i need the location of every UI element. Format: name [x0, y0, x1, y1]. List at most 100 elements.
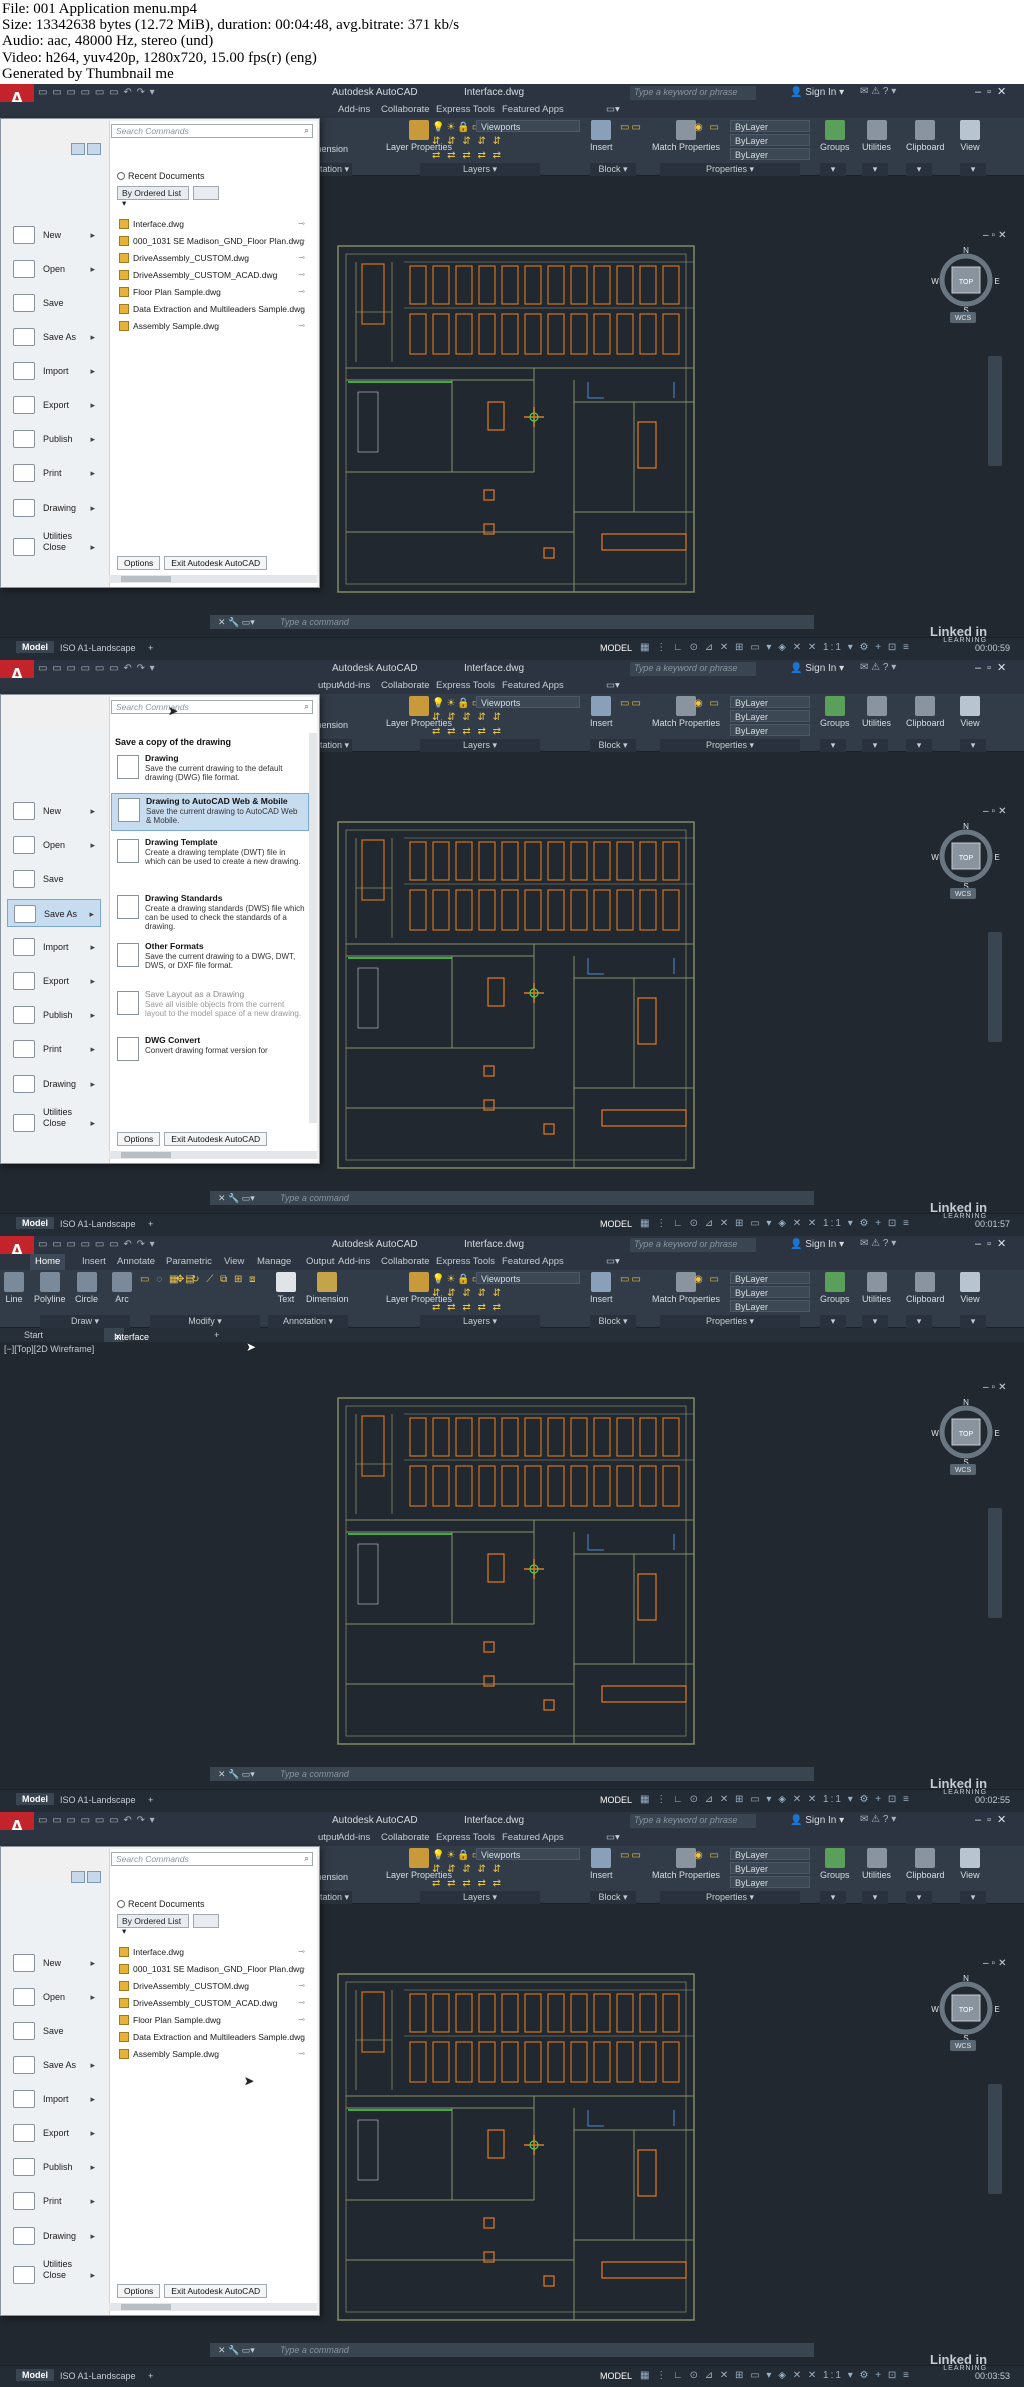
app-menu-open[interactable]: Open ▸	[7, 255, 101, 283]
search-commands-input[interactable]: Search Commands ⌕	[111, 124, 313, 138]
utilities-button[interactable]: Utilities	[862, 696, 891, 728]
block-small-tools[interactable]: ▭▭	[620, 122, 643, 133]
status-toggles[interactable]: ▦ ⋮ ∟ ⊙ ⊿ ✕ ⊞ ▭ ▾ ◈ ✕ ✕ 1:1 ▾ ⚙ + ⊡ ≡	[640, 1794, 911, 1805]
ordered-list-dropdown[interactable]: By Ordered List ▾	[117, 186, 189, 208]
display-mode-dropdown[interactable]	[193, 1914, 219, 1928]
bylayer-linetype-combo[interactable]: ByLayer	[730, 1862, 810, 1874]
model-tab[interactable]: Model	[16, 1793, 54, 1805]
recent-file-item[interactable]: Data Extraction and Multileaders Sample.…	[117, 2032, 305, 2042]
view-button[interactable]: View	[960, 696, 980, 728]
pin-icon[interactable]: ⊸	[298, 2015, 305, 2025]
app-menu-save[interactable]: Save	[7, 865, 101, 893]
viewcube[interactable]: TOP N S W E WCS	[930, 1970, 1002, 2054]
app-menu-drawing-utilities[interactable]: Drawing Utilities ▸	[7, 494, 101, 541]
keyword-search-input[interactable]: Type a keyword or phrase	[630, 1814, 756, 1828]
groups-button[interactable]: Groups	[820, 1272, 850, 1304]
groups-button[interactable]: Groups	[820, 696, 850, 728]
app-menu-close[interactable]: Close ▸	[7, 1109, 101, 1137]
save-as-option[interactable]: Other Formats Save the current drawing to…	[111, 939, 309, 983]
tab-parametric[interactable]: Parametric	[166, 1256, 212, 1267]
panel-view-expander[interactable]: ▾	[960, 1315, 986, 1328]
panel-block[interactable]: Block ▾	[590, 163, 636, 176]
panel-layers[interactable]: Layers ▾	[420, 1891, 540, 1904]
pin-icon[interactable]: ⊸	[298, 321, 305, 331]
exchange-icons[interactable]: ✉ ⚠ ? ▾	[860, 662, 896, 673]
pin-icon[interactable]: ⊸	[298, 287, 305, 297]
viewcube[interactable]: TOP N S W E WCS	[930, 818, 1002, 902]
app-menu-save-as[interactable]: Save As ▸	[7, 323, 101, 351]
bylayer-linetype-combo[interactable]: ByLayer	[730, 710, 810, 722]
model-space-toggle[interactable]: MODEL	[600, 2371, 632, 2381]
layer-tools-row2[interactable]: ⇵ ⇵ ⇵ ⇵ ⇵	[432, 136, 503, 147]
recent-file-item[interactable]: DriveAssembly_CUSTOM_ACAD.dwg ⊸	[117, 270, 305, 280]
tab-collaborate[interactable]: Collaborate	[381, 1832, 430, 1843]
app-menu-hscrollbar[interactable]	[109, 2303, 317, 2311]
layer-tools-row3[interactable]: ⇄ ⇄ ⇄ ⇄ ⇄	[432, 726, 503, 737]
app-menu-export[interactable]: Export ▸	[7, 391, 101, 419]
app-menu-save-as[interactable]: Save As ▸	[7, 2051, 101, 2079]
recent-file-item[interactable]: Data Extraction and Multileaders Sample.…	[117, 304, 305, 314]
circle-button[interactable]: Circle	[75, 1272, 98, 1304]
clipboard-button[interactable]: Clipboard	[906, 696, 945, 728]
close-tab-icon[interactable]: ✕	[114, 1330, 122, 1344]
property-color-tools[interactable]: ◉ ▭	[694, 1850, 721, 1861]
scroll-thumb[interactable]	[121, 576, 171, 582]
ribbon-toggle-icon[interactable]: ▭▾	[606, 1832, 620, 1843]
quick-access-toolbar[interactable]: ▭ ▭ ▭ ▭ ▭ ▭ ↶ ↷ ▾	[38, 663, 156, 674]
bylayer-lineweight-combo[interactable]: ByLayer	[730, 1300, 810, 1312]
list-view-icon[interactable]	[71, 1871, 85, 1883]
window-controls[interactable]: –▫✕	[975, 85, 1012, 98]
line-button[interactable]: Line	[4, 1272, 24, 1304]
add-layout-button[interactable]: +	[148, 1219, 153, 1229]
floor-plan-drawing[interactable]	[334, 1970, 700, 2324]
panel-groups-expander[interactable]: ▾	[820, 1315, 846, 1328]
command-line[interactable]: ✕ 🔧 ▭▾ Type a command	[210, 615, 814, 629]
save-as-option[interactable]: Drawing Standards Create a drawing standa…	[111, 891, 309, 937]
app-menu-drawing-utilities[interactable]: Drawing Utilities ▸	[7, 2222, 101, 2269]
add-layout-button[interactable]: +	[148, 2371, 153, 2381]
options-button[interactable]: Options	[117, 2284, 161, 2298]
pin-icon[interactable]: ⊸	[298, 253, 305, 263]
app-menu-print[interactable]: Print ▸	[7, 459, 101, 487]
panel-clipboard-expander[interactable]: ▾	[906, 739, 932, 752]
app-menu-hscrollbar[interactable]	[109, 575, 317, 583]
viewport-controls[interactable]: –▫✕	[983, 230, 1010, 241]
navigation-bar[interactable]	[988, 932, 1002, 1042]
tab-express-tools[interactable]: Express Tools	[436, 104, 495, 115]
viewport-controls[interactable]: –▫✕	[983, 1382, 1010, 1393]
wcs-button[interactable]: WCS	[955, 2043, 972, 2050]
add-layout-button[interactable]: +	[148, 1795, 153, 1805]
app-menu-save[interactable]: Save	[7, 289, 101, 317]
panel-properties[interactable]: Properties ▾	[660, 1315, 800, 1328]
dimension-button[interactable]: Dimension	[306, 1272, 349, 1304]
ribbon-toggle-icon[interactable]: ▭▾	[606, 680, 620, 691]
window-controls[interactable]: –▫✕	[975, 661, 1012, 674]
panel-layers[interactable]: Layers ▾	[420, 1315, 540, 1328]
tab-output[interactable]: Output	[306, 1256, 335, 1267]
layer-tools-row2[interactable]: ⇵ ⇵ ⇵ ⇵ ⇵	[432, 1864, 503, 1875]
app-menu-new[interactable]: New ▸	[7, 797, 101, 825]
app-menu-print[interactable]: Print ▸	[7, 2187, 101, 2215]
layout-tab[interactable]: ISO A1-Landscape	[60, 2371, 136, 2381]
tab-add-ins[interactable]: Add-ins	[338, 1256, 370, 1267]
window-controls[interactable]: –▫✕	[975, 1813, 1012, 1826]
pin-icon[interactable]: ⊸	[298, 219, 305, 229]
insert-button[interactable]: Insert	[590, 696, 613, 728]
recent-file-item[interactable]: Interface.dwg ⊸	[117, 1947, 305, 1957]
keyword-search-input[interactable]: Type a keyword or phrase	[630, 662, 756, 676]
tab-view[interactable]: View	[224, 1256, 244, 1267]
list-view-icon[interactable]	[71, 143, 85, 155]
command-line[interactable]: ✕ 🔧 ▭▾ Type a command	[210, 1191, 814, 1205]
save-as-option[interactable]: Drawing Template Create a drawing templat…	[111, 835, 309, 887]
bylayer-color-combo[interactable]: ByLayer	[730, 1272, 810, 1284]
panel-groups-expander[interactable]: ▾	[820, 163, 846, 176]
panel-utilities-expander[interactable]: ▾	[862, 1891, 888, 1904]
wcs-button[interactable]: WCS	[955, 891, 972, 898]
tab-collaborate[interactable]: Collaborate	[381, 680, 430, 691]
pin-icon[interactable]: ⊸	[298, 1947, 305, 1957]
status-toggles[interactable]: ▦ ⋮ ∟ ⊙ ⊿ ✕ ⊞ ▭ ▾ ◈ ✕ ✕ 1:1 ▾ ⚙ + ⊡ ≡	[640, 2370, 911, 2381]
annotation-scale[interactable]: 1:1	[823, 2370, 843, 2381]
pin-icon[interactable]: ⊸	[298, 1998, 305, 2008]
command-line[interactable]: ✕ 🔧 ▭▾ Type a command	[210, 2343, 814, 2357]
pin-icon[interactable]: ⊸	[298, 236, 305, 246]
